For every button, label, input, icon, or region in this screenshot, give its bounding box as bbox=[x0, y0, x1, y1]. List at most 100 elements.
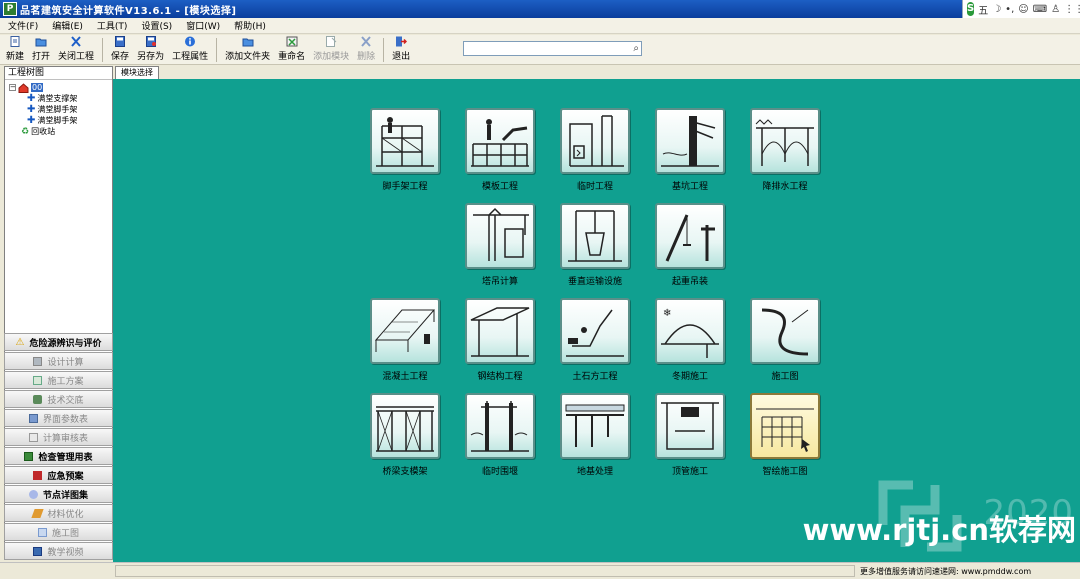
add-folder-button[interactable]: 添加文件夹 bbox=[225, 35, 270, 63]
module-smart-drawing[interactable]: 智绘施工图 bbox=[750, 393, 820, 481]
module-label: 钢结构工程 bbox=[477, 372, 523, 382]
module-tile[interactable] bbox=[750, 393, 820, 459]
nav-inspection-forms[interactable]: 检查管理用表 bbox=[4, 447, 113, 465]
exit-button[interactable]: 退出 bbox=[392, 35, 410, 63]
module-tile[interactable] bbox=[465, 108, 535, 174]
tab-module-select[interactable]: 模块选择 bbox=[115, 66, 159, 79]
toolbar-separator bbox=[216, 38, 218, 62]
module-temporary[interactable]: 临时工程 bbox=[560, 108, 630, 196]
user-icon[interactable]: ♙ bbox=[1051, 4, 1060, 15]
nav-construction-plan[interactable]: 施工方案 bbox=[4, 371, 113, 389]
save-as-button[interactable]: 另存为 bbox=[137, 35, 164, 63]
module-foundation-pit[interactable]: 基坑工程 bbox=[655, 108, 725, 196]
save-button[interactable]: 保存 bbox=[111, 35, 129, 63]
collapse-icon[interactable]: − bbox=[9, 84, 16, 91]
add-module-label: 添加模块 bbox=[313, 52, 350, 62]
add-module-button[interactable]: 添加模块 bbox=[313, 35, 349, 63]
module-tile[interactable] bbox=[560, 108, 630, 174]
module-tile[interactable] bbox=[655, 108, 725, 174]
toolbar-separator bbox=[102, 38, 104, 62]
module-concrete[interactable]: 混凝土工程 bbox=[370, 298, 440, 386]
delete-button[interactable]: 删除 bbox=[357, 35, 375, 63]
nav-design-calc[interactable]: 设计计算 bbox=[4, 352, 113, 370]
nav-emergency-plan[interactable]: 应急预案 bbox=[4, 466, 113, 484]
toolbar-separator bbox=[383, 38, 385, 62]
dewatering-icon bbox=[755, 119, 814, 166]
module-hoisting[interactable]: 起重吊装 bbox=[655, 203, 725, 291]
grid-icon[interactable]: ⋮⋮ bbox=[1064, 4, 1080, 15]
menu-edit[interactable]: 编辑(E) bbox=[50, 19, 85, 32]
search-icon[interactable]: ⌕ bbox=[633, 43, 639, 54]
menu-window[interactable]: 窗口(W) bbox=[184, 19, 222, 32]
module-winter-construction[interactable]: ❄ 冬期施工 bbox=[655, 298, 725, 386]
nav-tech-briefing[interactable]: 技术交底 bbox=[4, 390, 113, 408]
close-project-button[interactable]: 关闭工程 bbox=[58, 35, 94, 63]
keyboard-icon[interactable]: ⌨ bbox=[1033, 4, 1047, 15]
module-construction-drawing[interactable]: 施工图 bbox=[750, 298, 820, 386]
module-label: 混凝土工程 bbox=[382, 372, 428, 382]
status-text[interactable]: 更多增值服务请访问速递网: www.pmddw.com bbox=[860, 566, 1031, 577]
module-tile[interactable] bbox=[750, 298, 820, 364]
nav-label: 材料优化 bbox=[47, 509, 84, 520]
ime-toolbar[interactable]: S 五 ☽ •, ☺ ⌨ ♙ ⋮⋮ bbox=[962, 0, 1080, 18]
module-tile[interactable] bbox=[560, 393, 630, 459]
tree-item[interactable]: ✚ 满堂脚手架 bbox=[9, 115, 112, 126]
module-tile[interactable] bbox=[465, 298, 535, 364]
module-pipe-jacking[interactable]: 顶管施工 bbox=[655, 393, 725, 481]
menu-tools[interactable]: 工具(T) bbox=[95, 19, 130, 32]
module-tile[interactable] bbox=[465, 203, 535, 269]
menu-settings[interactable]: 设置(S) bbox=[139, 19, 174, 32]
menu-bar: 文件(F) 编辑(E) 工具(T) 设置(S) 窗口(W) 帮助(H) bbox=[0, 18, 1080, 34]
dot-icon[interactable]: •, bbox=[1005, 4, 1014, 15]
module-tile[interactable] bbox=[370, 108, 440, 174]
module-bridge-formwork[interactable]: 桥梁支模架 bbox=[370, 393, 440, 481]
tree-item[interactable]: ✚ 满堂脚手架 bbox=[9, 104, 112, 115]
nav-calc-review[interactable]: 计算审核表 bbox=[4, 428, 113, 446]
module-tile[interactable] bbox=[750, 108, 820, 174]
module-ground-treatment[interactable]: 地基处理 bbox=[560, 393, 630, 481]
tree-recycle-bin[interactable]: ♻ 回收站 bbox=[9, 126, 112, 137]
module-label: 临时围堰 bbox=[481, 467, 518, 477]
nav-hazard[interactable]: ⚠ 危险源辨识与评价 bbox=[4, 333, 113, 351]
module-tile[interactable] bbox=[655, 203, 725, 269]
pipe-jacking-icon bbox=[661, 402, 719, 450]
tree-item[interactable]: ✚ 满堂支撑架 bbox=[9, 93, 112, 104]
nav-tutorial-video[interactable]: 教学视频 bbox=[4, 542, 113, 560]
module-dewatering[interactable]: 降排水工程 bbox=[750, 108, 820, 196]
module-tile[interactable] bbox=[465, 393, 535, 459]
add-folder-icon bbox=[242, 38, 254, 47]
module-tower-crane[interactable]: 塔吊计算 bbox=[465, 203, 535, 291]
sogou-icon[interactable]: S bbox=[967, 2, 975, 16]
module-cofferdam[interactable]: 临时围堰 bbox=[465, 393, 535, 481]
module-tile[interactable] bbox=[655, 393, 725, 459]
open-button[interactable]: 打开 bbox=[32, 35, 50, 63]
module-tile[interactable] bbox=[370, 393, 440, 459]
module-scaffold[interactable]: 脚手架工程 bbox=[370, 108, 440, 196]
moon-icon[interactable]: ☽ bbox=[992, 4, 1001, 15]
search-input[interactable]: ⌕ bbox=[463, 41, 642, 56]
module-steel-structure[interactable]: 钢结构工程 bbox=[465, 298, 535, 386]
rename-button[interactable]: 重命名 bbox=[278, 35, 305, 63]
module-label: 降排水工程 bbox=[762, 182, 808, 192]
module-earthwork[interactable]: 土石方工程 bbox=[560, 298, 630, 386]
tree-root[interactable]: − 00 bbox=[9, 82, 112, 93]
smile-icon[interactable]: ☺ bbox=[1018, 4, 1028, 15]
menu-file[interactable]: 文件(F) bbox=[6, 19, 40, 32]
concrete-icon bbox=[374, 309, 436, 352]
new-button[interactable]: 新建 bbox=[6, 35, 24, 63]
module-tile[interactable] bbox=[560, 203, 630, 269]
window-title: 品茗建筑安全计算软件V13.6.1 - [模块选择] bbox=[20, 5, 237, 17]
nav-material-opt[interactable]: 材料优化 bbox=[4, 504, 113, 522]
ime-mode-label[interactable]: 五 bbox=[978, 2, 988, 17]
nav-construction-drawing[interactable]: 施工图 bbox=[4, 523, 113, 541]
project-props-button[interactable]: 工程属性 bbox=[172, 35, 208, 63]
module-tile[interactable] bbox=[370, 298, 440, 364]
module-vertical-transport[interactable]: 垂直运输设施 bbox=[560, 203, 630, 291]
module-tile[interactable]: ❄ bbox=[655, 298, 725, 364]
nav-param-table[interactable]: 界面参数表 bbox=[4, 409, 113, 427]
foundation-pit-icon bbox=[661, 116, 719, 167]
nav-node-details[interactable]: 节点详图集 bbox=[4, 485, 113, 503]
menu-help[interactable]: 帮助(H) bbox=[232, 19, 268, 32]
module-formwork[interactable]: 模板工程 bbox=[465, 108, 535, 196]
module-tile[interactable] bbox=[560, 298, 630, 364]
